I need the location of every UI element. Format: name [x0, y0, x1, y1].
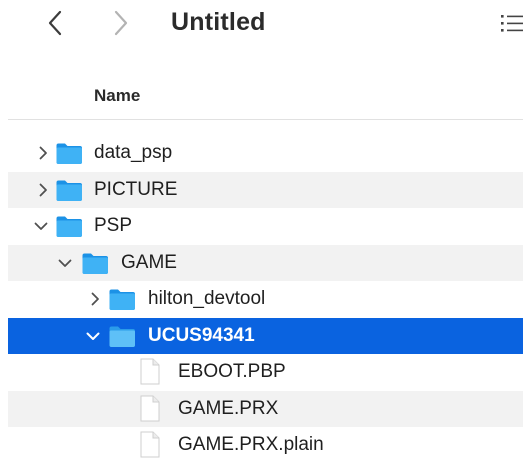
folder-icon: [82, 253, 108, 274]
finder-window: Untitled Name data_psp PICTURE PSP GAME …: [0, 0, 523, 462]
list-item-label: data_psp: [94, 142, 173, 163]
disclosure-toggle[interactable]: [36, 182, 50, 198]
list-view-icon: [501, 15, 523, 32]
disclosure-toggle[interactable]: [34, 218, 48, 234]
list-item-label: EBOOT.PBP: [178, 361, 286, 382]
disclosure-toggle[interactable]: [36, 145, 50, 161]
chevron-down-icon: [58, 259, 72, 267]
folder-icon: [56, 180, 82, 201]
list-item-label: GAME: [121, 251, 177, 273]
list-item-label: PSP: [94, 215, 133, 236]
folder-icon: [109, 326, 135, 347]
list-item-label: GAME.PRX.plain: [178, 434, 324, 455]
chevron-right-icon: [114, 10, 128, 36]
column-header-name[interactable]: Name: [94, 86, 140, 106]
window-title: Untitled: [171, 8, 266, 36]
list-item[interactable]: hilton_devtool: [8, 281, 523, 318]
forward-button[interactable]: [106, 6, 136, 40]
chevron-down-icon: [86, 332, 100, 340]
list-item[interactable]: UCUS94341: [8, 317, 523, 354]
disclosure-toggle[interactable]: [88, 291, 102, 307]
list-item[interactable]: data_psp: [8, 135, 523, 172]
list-item-label: hilton_devtool: [148, 288, 266, 309]
list-item-label: GAME.PRX: [178, 397, 279, 419]
document-icon: [140, 358, 160, 385]
chevron-left-icon: [48, 10, 62, 36]
toolbar: Untitled: [0, 0, 523, 46]
document-icon: [140, 395, 160, 421]
disclosure-toggle[interactable]: [86, 328, 100, 344]
column-header: Name: [8, 72, 523, 120]
document-icon: [140, 431, 160, 458]
list-item[interactable]: EBOOT.PBP: [8, 354, 523, 391]
folder-icon: [56, 143, 82, 164]
list-item[interactable]: GAME: [8, 244, 523, 281]
disclosure-toggle[interactable]: [58, 255, 72, 271]
list-item[interactable]: GAME.PRX: [8, 390, 523, 427]
chevron-right-icon: [91, 292, 99, 306]
list-item-label: PICTURE: [94, 178, 178, 200]
back-button[interactable]: [40, 6, 70, 40]
list-item[interactable]: PSP: [8, 208, 523, 245]
folder-icon: [56, 216, 82, 237]
file-list: data_psp PICTURE PSP GAME hilton_devtool…: [8, 135, 523, 462]
folder-icon: [109, 289, 135, 310]
list-item[interactable]: PICTURE: [8, 171, 523, 208]
chevron-down-icon: [34, 222, 48, 230]
chevron-right-icon: [39, 183, 47, 196]
list-item-label: UCUS94341: [148, 324, 255, 346]
chevron-right-icon: [39, 146, 47, 160]
list-view-button[interactable]: [498, 10, 523, 36]
list-item[interactable]: GAME.PRX.plain: [8, 427, 523, 462]
